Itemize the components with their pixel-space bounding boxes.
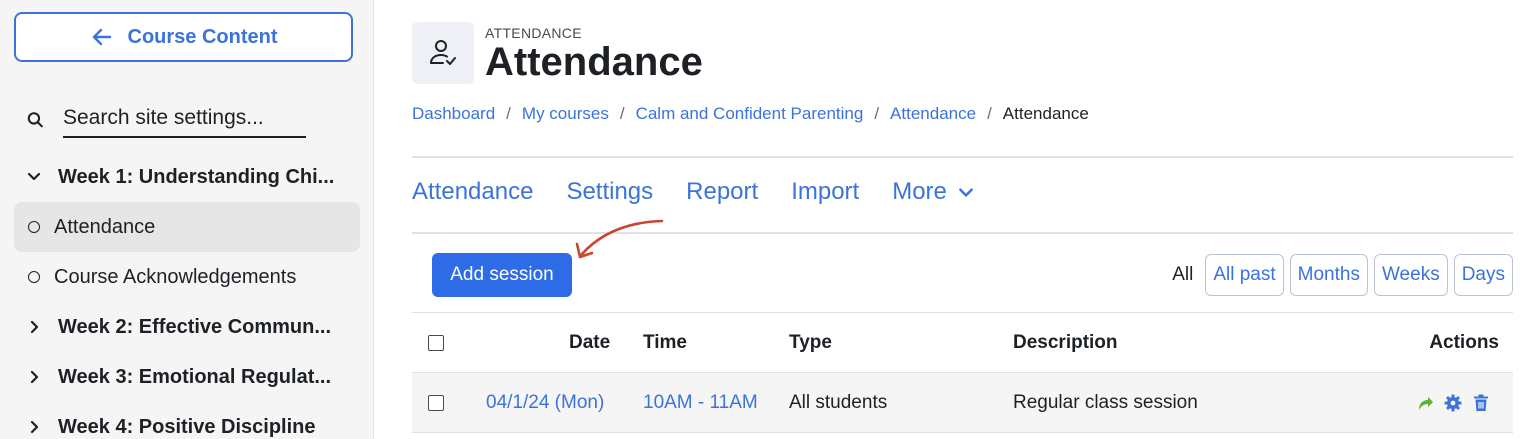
sidebar-section-week-3[interactable]: Week 3: Emotional Regulat... bbox=[14, 352, 360, 402]
site-settings-search bbox=[26, 99, 306, 141]
tab-more[interactable]: More bbox=[892, 178, 975, 206]
sidebar-section-week-2[interactable]: Week 2: Effective Commun... bbox=[14, 302, 360, 352]
sidebar-section-week-4[interactable]: Week 4: Positive Discipline bbox=[14, 402, 360, 439]
sidebar-section-label: Week 3: Emotional Regulat... bbox=[58, 365, 332, 388]
divider bbox=[412, 156, 1513, 158]
breadcrumb-dashboard[interactable]: Dashboard bbox=[412, 104, 495, 124]
chevron-right-icon bbox=[30, 320, 39, 334]
header-type: Type bbox=[789, 331, 832, 353]
page-title: Attendance bbox=[485, 40, 703, 84]
filter-all[interactable]: All bbox=[1172, 264, 1193, 286]
header-time[interactable]: Time bbox=[643, 313, 687, 372]
sidebar-item-course-acknowledgements[interactable]: Course Acknowledgements bbox=[14, 252, 360, 302]
filter-all-past[interactable]: All past bbox=[1205, 254, 1284, 296]
course-content-back-button[interactable]: Course Content bbox=[14, 12, 353, 62]
search-icon bbox=[27, 112, 43, 128]
chevron-down-icon bbox=[959, 188, 973, 197]
breadcrumb-course[interactable]: Calm and Confident Parenting bbox=[636, 104, 864, 124]
breadcrumb-attendance-activity[interactable]: Attendance bbox=[890, 104, 976, 124]
user-check-icon bbox=[430, 40, 456, 65]
header-date[interactable]: Date bbox=[569, 313, 610, 372]
table-header-row: Date Time Type Description Actions bbox=[412, 312, 1513, 372]
activity-circle-icon bbox=[28, 221, 40, 233]
add-session-button[interactable]: Add session bbox=[432, 253, 572, 297]
sidebar-item-label: Attendance bbox=[54, 215, 156, 238]
arrow-left-icon bbox=[92, 28, 111, 46]
search-input[interactable] bbox=[63, 102, 306, 138]
breadcrumb-my-courses[interactable]: My courses bbox=[522, 104, 609, 124]
sessions-table: Date Time Type Description Actions 04/1/… bbox=[412, 312, 1513, 433]
breadcrumb: Dashboard / My courses / Calm and Confid… bbox=[412, 104, 1089, 124]
session-description: Regular class session bbox=[1013, 391, 1198, 413]
filter-days[interactable]: Days bbox=[1453, 254, 1513, 296]
sidebar-section-week-1[interactable]: Week 1: Understanding Chi... bbox=[14, 152, 360, 202]
sidebar-item-label: Course Acknowledgements bbox=[54, 265, 297, 288]
select-all-checkbox[interactable] bbox=[428, 334, 444, 351]
activity-circle-icon bbox=[28, 271, 40, 283]
gear-icon[interactable] bbox=[1443, 393, 1463, 413]
sidebar-item-attendance[interactable]: Attendance bbox=[14, 202, 360, 252]
filter-weeks[interactable]: Weeks bbox=[1373, 254, 1448, 296]
back-button-label: Course Content bbox=[127, 25, 278, 48]
sidebar-section-label: Week 1: Understanding Chi... bbox=[58, 165, 335, 188]
filter-months[interactable]: Months bbox=[1289, 254, 1368, 296]
activity-type-label: ATTENDANCE bbox=[485, 25, 582, 41]
course-index-sidebar: Course Content Week 1: Understanding Chi… bbox=[0, 0, 374, 439]
sidebar-section-label: Week 2: Effective Commun... bbox=[58, 315, 332, 338]
session-period-filters: All All past Months Weeks Days bbox=[1172, 254, 1513, 296]
header-actions: Actions bbox=[1429, 331, 1499, 353]
header-description: Description bbox=[1013, 331, 1118, 353]
annotation-arrow-icon bbox=[575, 219, 664, 259]
chevron-down-icon bbox=[27, 172, 41, 181]
tab-attendance[interactable]: Attendance bbox=[412, 178, 533, 206]
attendance-activity-icon bbox=[412, 22, 474, 84]
tab-report[interactable]: Report bbox=[686, 178, 758, 206]
main-content: ATTENDANCE Attendance Dashboard / My cou… bbox=[373, 0, 1524, 439]
session-time-link[interactable]: 10AM - 11AM bbox=[643, 373, 758, 432]
trash-icon[interactable] bbox=[1471, 393, 1491, 413]
row-checkbox[interactable] bbox=[428, 394, 444, 411]
take-attendance-icon[interactable] bbox=[1415, 393, 1435, 413]
chevron-right-icon bbox=[30, 370, 39, 384]
row-actions bbox=[1407, 373, 1491, 432]
session-type: All students bbox=[789, 391, 888, 413]
breadcrumb-current: Attendance bbox=[1002, 104, 1089, 123]
tab-more-label: More bbox=[892, 178, 947, 205]
table-row: 04/1/24 (Mon) 10AM - 11AM All students R… bbox=[412, 372, 1513, 433]
tab-import[interactable]: Import bbox=[791, 178, 859, 206]
secondary-navigation: Attendance Settings Report Import More bbox=[412, 178, 975, 206]
chevron-right-icon bbox=[30, 420, 39, 434]
session-date-link[interactable]: 04/1/24 (Mon) bbox=[486, 373, 604, 432]
tab-settings[interactable]: Settings bbox=[566, 178, 653, 206]
sidebar-section-label: Week 4: Positive Discipline bbox=[58, 415, 316, 438]
